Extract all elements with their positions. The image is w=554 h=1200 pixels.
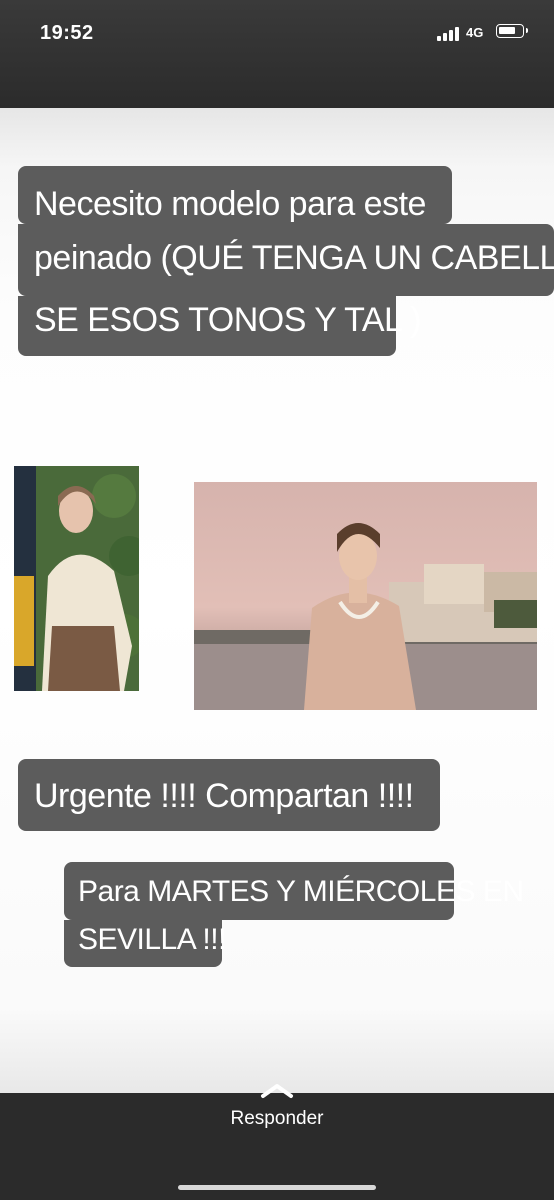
signal-icon	[437, 27, 463, 41]
chevron-up-icon[interactable]	[259, 1081, 295, 1099]
photo-woman-pearls	[194, 482, 537, 710]
caption-dates-line1: Para MARTES Y MIÉRCOLES EN	[78, 875, 524, 908]
caption-urgent: Urgente !!!! Compartan !!!!	[34, 777, 414, 815]
battery-icon	[496, 24, 528, 38]
network-type: 4G	[466, 25, 484, 40]
reply-bar[interactable]: Responder	[0, 1084, 554, 1200]
caption-top-line2: peinado (QUÉ TENGA UN CABELLO	[34, 239, 554, 277]
reply-button[interactable]: Responder	[0, 1108, 554, 1130]
caption-top-line3: SE ESOS TONOS Y TAL )	[34, 301, 421, 339]
status-time: 19:52	[40, 22, 94, 44]
story-content: Necesito modelo para este peinado (QUÉ T…	[0, 108, 554, 1093]
caption-top-line1: Necesito modelo para este	[34, 185, 426, 223]
caption-dates-line2: SEVILLA !!!	[78, 923, 226, 956]
photo-woman-blouse	[14, 466, 139, 691]
home-indicator[interactable]	[178, 1185, 376, 1190]
status-bar: 19:52 4G	[0, 0, 554, 108]
